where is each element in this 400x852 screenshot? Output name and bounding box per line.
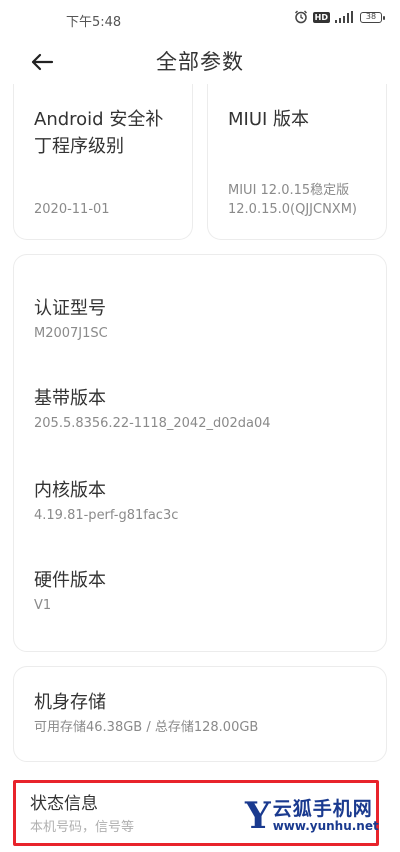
watermark-logo: Y 云狐手机网 www.yunhu.net — [245, 796, 379, 836]
watermark-letter: Y — [245, 795, 271, 837]
header: 全部参数 — [0, 40, 400, 84]
android-patch-card[interactable]: Android 安全补丁程序级别 2020-11-01 — [13, 84, 193, 240]
device-info-card: 认证型号 M2007J1SC 基带版本 205.5.8356.22-1118_2… — [13, 254, 387, 652]
watermark-url: www.yunhu.net — [272, 819, 379, 833]
hardware-label: 硬件版本 — [34, 570, 106, 591]
watermark-text: 云狐手机网 www.yunhu.net — [273, 799, 379, 833]
model-label: 认证型号 — [34, 298, 106, 319]
storage-label: 机身存储 — [34, 692, 106, 713]
storage-card[interactable]: 机身存储 可用存储46.38GB / 总存储128.00GB — [13, 666, 387, 762]
kernel-label: 内核版本 — [34, 480, 106, 501]
hardware-value: V1 — [34, 598, 52, 613]
status-bar: 下午5:48 HD 38 — [0, 0, 400, 40]
battery-level: 38 — [365, 11, 377, 21]
model-value: M2007J1SC — [34, 326, 108, 341]
miui-version-card[interactable]: MIUI 版本 MIUI 12.0.15稳定版 12.0.15.0(QJJCNX… — [207, 84, 387, 240]
miui-version-value-line2: 12.0.15.0(QJJCNXM) — [228, 202, 357, 217]
miui-version-label: MIUI 版本 — [228, 109, 310, 130]
hd-icon: HD — [312, 11, 330, 23]
alarm-icon — [294, 10, 307, 24]
battery-icon: 38 — [360, 11, 385, 23]
storage-value: 可用存储46.38GB / 总存储128.00GB — [34, 720, 259, 735]
android-patch-label: Android 安全补丁程序级别 — [34, 109, 164, 157]
status-time: 下午5:48 — [66, 15, 122, 30]
watermark-name: 云狐手机网 — [272, 798, 373, 820]
page-title: 全部参数 — [156, 50, 244, 74]
android-patch-value: 2020-11-01 — [34, 202, 110, 217]
kernel-value: 4.19.81-perf-g81fac3c — [34, 508, 179, 523]
baseband-label: 基带版本 — [34, 388, 106, 409]
status-icons: HD 38 — [294, 10, 385, 24]
signal-icon — [335, 11, 353, 23]
status-info-value: 本机号码，信号等 — [30, 820, 135, 835]
status-info-label: 状态信息 — [30, 794, 98, 814]
baseband-value: 205.5.8356.22-1118_2042_d02da04 — [34, 416, 271, 431]
miui-version-value-line1: MIUI 12.0.15稳定版 — [228, 183, 350, 198]
